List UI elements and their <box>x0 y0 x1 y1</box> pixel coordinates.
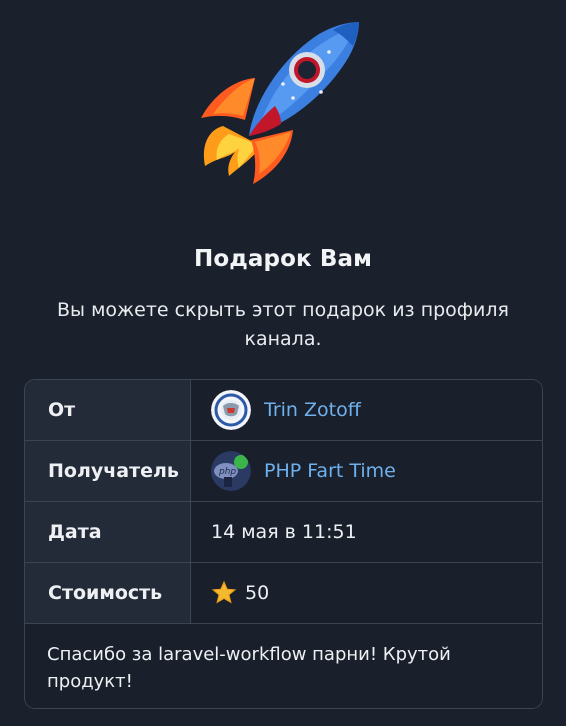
recipient-row: Получатель php PHP Fart Time <box>25 441 542 502</box>
from-value-cell: Trin Zotoff <box>191 380 542 440</box>
cost-value-cell: 50 <box>191 563 542 623</box>
date-label: Дата <box>25 502 191 562</box>
cost-value: 50 <box>245 582 270 604</box>
cost-label: Стоимость <box>25 563 191 623</box>
recipient-label: Получатель <box>25 441 191 501</box>
date-row: Дата 14 мая в 11:51 <box>25 502 542 563</box>
date-value-cell: 14 мая в 11:51 <box>191 502 542 562</box>
star-icon <box>211 580 237 606</box>
from-row: От Trin Zotoff <box>25 380 542 441</box>
from-label: От <box>25 380 191 440</box>
gift-comment: Спасибо за laravel-workflow парни! Круто… <box>25 624 542 708</box>
from-sender-link[interactable]: Trin Zotoff <box>264 399 361 421</box>
rocket-icon <box>183 8 383 198</box>
date-value: 14 мая в 11:51 <box>211 521 357 543</box>
gift-title: Подарок Вам <box>194 246 372 272</box>
php-avatar[interactable]: php <box>211 451 251 491</box>
svg-text:php: php <box>218 467 236 477</box>
cost-row: Стоимость 50 <box>25 563 542 624</box>
recipient-channel-link[interactable]: PHP Fart Time <box>264 460 396 482</box>
gift-subtitle: Вы можете скрыть этот подарок из профиля… <box>57 299 509 350</box>
gift-details-table: От Trin Zotoff Получатель php PHP Fart T… <box>24 379 543 709</box>
gift-info-sheet: Подарок Вам Вы можете скрыть этот подаро… <box>0 0 566 726</box>
emblem-avatar[interactable] <box>211 390 251 430</box>
recipient-value-cell: php PHP Fart Time <box>191 441 542 501</box>
